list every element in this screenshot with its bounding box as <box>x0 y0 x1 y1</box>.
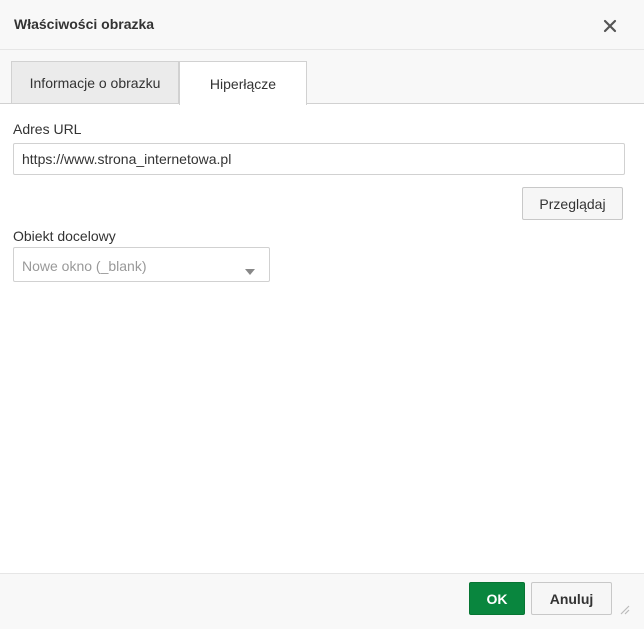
dialog-footer: OK Anuluj <box>0 573 644 629</box>
tab-bar: Informacje o obrazku Hiperłącze <box>0 50 644 105</box>
image-properties-dialog: Właściwości obrazka Informacje o obrazku… <box>0 0 644 629</box>
tab-hyperlink-label: Hiperłącze <box>209 75 277 92</box>
tab-image-info-label: Informacje o obrazku <box>29 74 161 91</box>
close-icon[interactable] <box>598 14 622 38</box>
tab-image-info[interactable]: Informacje o obrazku <box>11 61 179 103</box>
target-select-value: Nowe okno (_blank) <box>22 258 147 274</box>
browse-button-label: Przeglądaj <box>539 195 606 212</box>
dialog-title: Właściwości obrazka <box>14 16 155 32</box>
cancel-button[interactable]: Anuluj <box>531 582 612 615</box>
target-label: Obiekt docelowy <box>13 228 116 244</box>
browse-button[interactable]: Przeglądaj <box>522 187 623 220</box>
dialog-titlebar: Właściwości obrazka <box>0 0 644 50</box>
url-input[interactable] <box>13 143 625 175</box>
target-select[interactable]: Nowe okno (_blank) <box>13 247 270 282</box>
cancel-button-label: Anuluj <box>549 590 594 607</box>
ok-button-label: OK <box>486 590 508 607</box>
chevron-down-icon <box>245 262 255 275</box>
tab-hyperlink[interactable]: Hiperłącze <box>179 61 307 105</box>
ok-button[interactable]: OK <box>469 582 525 615</box>
url-label: Adres URL <box>13 121 82 137</box>
resize-handle-icon[interactable] <box>618 602 630 615</box>
